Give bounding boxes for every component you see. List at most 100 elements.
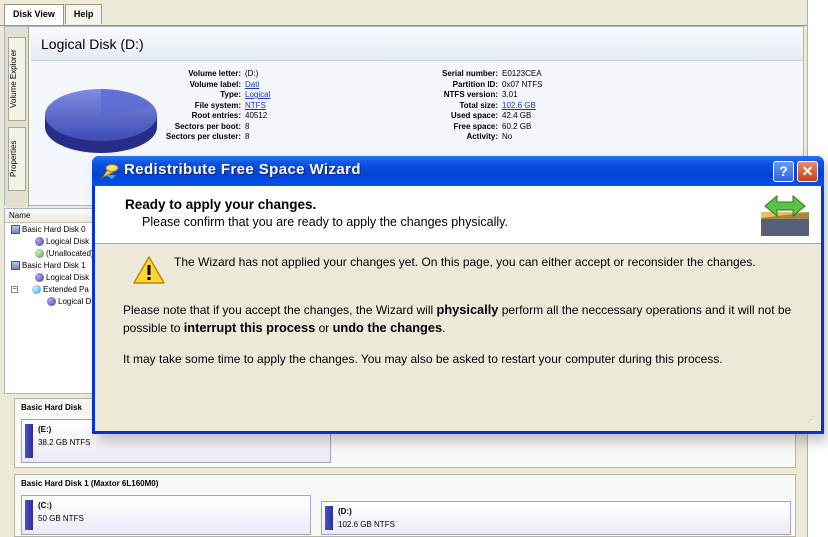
wizard-header: Ready to apply your changes. Please conf…	[95, 186, 821, 244]
volume-header: Logical Disk (D:)	[31, 27, 803, 61]
tree-item-logical-disk-c[interactable]: Logical Disk	[35, 273, 89, 282]
partition-letter: (D:)	[338, 507, 352, 516]
volume-info-key: Type:	[220, 90, 241, 99]
partition-size: 50 GB NTFS	[38, 514, 84, 523]
note-emphasis: undo the changes	[332, 320, 443, 335]
partition-usage-bar	[25, 424, 33, 458]
volume-info-row: Volume letter: (D:)	[155, 69, 270, 80]
wizard-subheading: Please confirm that you are ready to app…	[142, 215, 508, 229]
tree-item-label: (Unallocated)	[46, 249, 94, 258]
tree-item-label: Basic Hard Disk 1	[22, 261, 86, 270]
volume-info-row: File system: NTFS	[155, 101, 270, 112]
volume-info-row: NTFS version: 3.01	[415, 90, 542, 101]
volume-title: Logical Disk (D:)	[41, 36, 144, 52]
volume-info-key: Activity:	[466, 132, 498, 141]
dialog-border	[92, 431, 824, 434]
volume-info-key: Volume letter:	[188, 69, 241, 78]
warning-icon	[133, 256, 165, 284]
side-tab-properties[interactable]: Properties	[8, 127, 26, 191]
side-tabs: Volume Explorer Properties	[5, 27, 29, 207]
partition-letter: (C:)	[38, 501, 52, 510]
tree-item-disk0[interactable]: Basic Hard Disk 0	[11, 225, 86, 234]
tree-item-label: Logical D	[58, 297, 92, 306]
partition-d[interactable]: (D:) 102.6 GB NTFS	[321, 501, 791, 535]
partition-c[interactable]: (C:) 50 GB NTFS	[21, 495, 311, 535]
volume-info-row: Partition ID: 0x07 NTFS	[415, 79, 543, 91]
tree-item-label: Logical Disk	[46, 273, 90, 282]
tree-item-label: Extended Pa	[43, 285, 89, 294]
volume-info-key: File system:	[194, 100, 241, 110]
unallocated-icon	[35, 249, 44, 258]
close-button[interactable]: ✕	[797, 161, 818, 182]
volume-icon	[35, 237, 44, 246]
volume-info-value: (D:)	[245, 69, 259, 78]
volume-info-key: Root entries:	[191, 111, 241, 120]
volume-info-right: Serial number: E0123CEA Partition ID: 0x07 …	[415, 69, 542, 143]
volume-info-row: Total size: 102.6 GB	[415, 101, 542, 112]
tree-item-disk1[interactable]: Basic Hard Disk 1	[11, 261, 86, 270]
tree-item-logical-disk-d[interactable]: Logical D	[47, 297, 91, 306]
volume-info-key: Total size:	[459, 100, 498, 110]
volume-info-key: Sectors per cluster:	[165, 132, 241, 141]
partition-size: 38.2 GB NTFS	[38, 438, 91, 447]
volume-info-value: 0x07 NTFS	[502, 79, 543, 89]
tree-item-logical-disk[interactable]: Logical Disk	[35, 237, 89, 246]
volume-info-left: Volume letter: (D:) Volume label: Dati Type:…	[155, 69, 271, 143]
collapse-icon[interactable]: −	[11, 286, 18, 293]
tab-help[interactable]: Help	[64, 4, 103, 24]
side-tab-volume-explorer[interactable]: Volume Explorer	[8, 37, 26, 121]
volume-info-value: 8	[245, 132, 250, 141]
volume-info-value: 60.2 GB	[502, 121, 532, 131]
screen: Disk View Help Volume Explorer Propertie…	[0, 0, 828, 537]
tree-item-extended[interactable]: − Extended Pa	[11, 285, 89, 294]
physical-changes-note: Please note that if you accept the chang…	[123, 301, 803, 337]
volume-info-key: Free space:	[453, 121, 498, 131]
volume-icon	[35, 273, 44, 282]
restart-notice: It may take some time to apply the chang…	[123, 352, 723, 366]
volume-info-value: No	[502, 132, 513, 141]
redistribute-wizard-dialog: Redistribute Free Space Wizard ? ✕ Ready…	[92, 156, 824, 434]
note-text-part: Please note that if you accept the chang…	[123, 303, 437, 317]
tree-item-label: Basic Hard Disk 0	[22, 225, 86, 234]
volume-info-row: Free space: 60.2 GB	[415, 122, 542, 133]
volume-info-key: Serial number:	[441, 69, 498, 78]
tab-disk-view[interactable]: Disk View	[4, 4, 64, 26]
dialog-title: Redistribute Free Space Wizard	[124, 161, 361, 178]
volume-info-row: Sectors per cluster: 8	[155, 132, 270, 143]
resize-grip-icon[interactable]: ⋰	[807, 415, 817, 425]
volume-info-link[interactable]: 102.6 GB	[502, 101, 536, 112]
wizard-heading: Ready to apply your changes.	[125, 197, 317, 212]
volume-icon	[47, 297, 56, 306]
volume-info-value: 40512	[245, 111, 268, 120]
note-text-part: or	[315, 321, 333, 335]
volume-info-link[interactable]: Dati	[245, 80, 259, 91]
partition-usage-bar	[25, 500, 33, 530]
volume-info-value: 42.4 GB	[502, 111, 532, 120]
volume-info-row: Serial number: E0123CEA	[415, 69, 542, 80]
volume-info-value: 3.01	[502, 90, 518, 99]
dialog-body: Ready to apply your changes. Please conf…	[95, 186, 821, 431]
volume-info-link[interactable]: NTFS	[245, 101, 266, 112]
partition-usage-bar	[325, 506, 333, 530]
redistribute-logo-icon	[761, 194, 809, 236]
tree-item-unallocated[interactable]: (Unallocated)	[35, 249, 94, 258]
disk-map-disk1: Basic Hard Disk 1 (Maxtor 6L160M0) (C:) …	[14, 474, 796, 537]
hard-disk-icon	[11, 225, 20, 234]
warning-message: The Wizard has not applied your changes …	[174, 255, 756, 269]
dialog-titlebar[interactable]: Redistribute Free Space Wizard ? ✕	[92, 156, 824, 186]
help-button[interactable]: ?	[773, 161, 794, 182]
wizard-content: The Wizard has not applied your changes …	[95, 245, 821, 429]
volume-info-key: NTFS version:	[443, 90, 498, 99]
volume-info-value: 8	[245, 121, 250, 131]
note-text-part: .	[442, 321, 446, 335]
volume-info-key: Volume label:	[189, 79, 241, 89]
volume-info-row: Root entries: 40512	[155, 111, 270, 122]
volume-info-row: Type: Logical	[155, 90, 270, 101]
volume-info-row: Sectors per boot: 8	[155, 122, 270, 133]
volume-info-key: Partition ID:	[452, 79, 498, 89]
volume-info-link[interactable]: Logical	[245, 90, 270, 101]
volume-info-key: Sectors per boot:	[174, 121, 241, 131]
hard-disk-icon	[11, 261, 20, 270]
partition-size: 102.6 GB NTFS	[338, 520, 395, 529]
partition-letter: (E:)	[38, 425, 52, 434]
